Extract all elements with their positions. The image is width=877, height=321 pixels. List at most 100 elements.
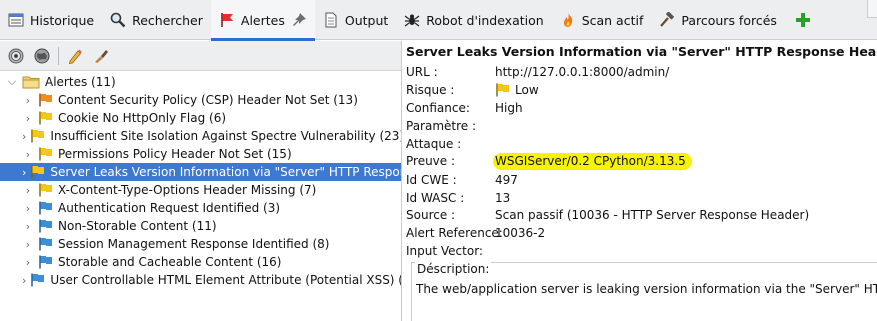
- alert-node-non-storable[interactable]: › Non-Storable Content (11): [0, 217, 401, 235]
- tab-output[interactable]: Output: [315, 0, 396, 40]
- detail-row-alert-reference: Alert Reference: 10036-2: [406, 224, 545, 242]
- chevron-right-icon[interactable]: ›: [22, 220, 34, 233]
- alert-node-label: User Controllable HTML Element Attribute…: [50, 273, 402, 287]
- alert-node-label: Content Security Policy (CSP) Header Not…: [58, 93, 358, 107]
- document-icon: [323, 12, 339, 28]
- spider-icon: [404, 12, 420, 28]
- chevron-right-icon[interactable]: ›: [22, 148, 34, 161]
- chevron-right-icon[interactable]: ›: [22, 256, 34, 269]
- alert-node-authentication-request[interactable]: › Authentication Request Identified (3): [0, 199, 401, 217]
- detail-row-confidence: Confiance: High: [406, 99, 523, 117]
- risk-label: Risque :: [406, 83, 455, 97]
- pin-icon[interactable]: [291, 12, 307, 28]
- alert-node-label: Insufficient Site Isolation Against Spec…: [50, 129, 402, 143]
- chevron-right-icon[interactable]: ›: [22, 94, 34, 107]
- alert-node-label: Cookie No HttpOnly Flag (6): [58, 111, 227, 125]
- detail-row-evidence: Preuve : WSGIServer/0.2 CPython/3.13.5: [406, 152, 692, 170]
- tab-scan-actif[interactable]: Scan actif: [552, 0, 652, 40]
- hammer-icon: [659, 12, 675, 28]
- evidence-value: WSGIServer/0.2 CPython/3.13.5: [493, 152, 692, 170]
- alert-node-label: Authentication Request Identified (3): [58, 201, 281, 215]
- risk-value: Low: [495, 83, 539, 97]
- alert-detail-panel: Server Leaks Version Information via "Se…: [403, 41, 877, 321]
- description-label: Déscription:: [415, 262, 492, 276]
- yellow-flag-icon: [30, 129, 46, 143]
- confidence-label: Confiance:: [406, 101, 470, 115]
- alert-node-label: Non-Storable Content (11): [58, 219, 217, 233]
- alerts-tree-panel: ⌵ Alertes (11) › Content Security Policy…: [0, 41, 402, 321]
- alert-node-label: Session Management Response Identified (…: [58, 237, 330, 251]
- wasc-value: 13: [495, 191, 511, 205]
- tab-label: Robot d'indexation: [426, 12, 544, 28]
- alert-node-spectre[interactable]: › Insufficient Site Isolation Against Sp…: [0, 127, 401, 145]
- tab-historique[interactable]: Historique: [0, 0, 102, 40]
- panel-corner-button[interactable]: [867, 0, 877, 18]
- alert-node-server-leaks-selected[interactable]: › Server Leaks Version Information via "…: [0, 163, 401, 181]
- detail-row-param: Paramètre :: [406, 117, 495, 135]
- alerts-root-node[interactable]: ⌵ Alertes (11): [0, 73, 401, 91]
- tab-label: Parcours forcés: [681, 12, 777, 28]
- chevron-right-icon[interactable]: ›: [22, 112, 34, 125]
- chevron-right-icon[interactable]: ›: [22, 130, 26, 143]
- chevron-down-icon[interactable]: ⌵: [6, 75, 18, 89]
- detail-row-cwe: Id CWE : 497: [406, 171, 518, 189]
- blue-flag-icon: [38, 219, 54, 233]
- alert-node-label: Permissions Policy Header Not Set (15): [58, 147, 292, 161]
- alert-node-cookie-httponly[interactable]: › Cookie No HttpOnly Flag (6): [0, 109, 401, 127]
- target-icon: [8, 48, 24, 63]
- pencil-icon: [68, 49, 82, 64]
- chevron-right-icon[interactable]: ›: [22, 166, 26, 179]
- source-value: Scan passif (10036 - HTTP Server Respons…: [495, 208, 810, 222]
- alert-node-session-management[interactable]: › Session Management Response Identified…: [0, 235, 401, 253]
- tab-label: Scan actif: [581, 12, 644, 28]
- chevron-right-icon[interactable]: ›: [22, 238, 34, 251]
- risk-value-text: Low: [515, 83, 539, 97]
- cwe-value: 497: [495, 173, 518, 187]
- add-tab-button[interactable]: [785, 0, 821, 39]
- yellow-flag-icon: [495, 83, 511, 97]
- tab-robot-indexation[interactable]: Robot d'indexation: [396, 0, 551, 40]
- alert-node-label: Storable and Cacheable Content (16): [58, 255, 282, 269]
- alert-node-csp[interactable]: › Content Security Policy (CSP) Header N…: [0, 91, 401, 109]
- history-icon: [8, 12, 24, 28]
- tab-label: Historique: [30, 12, 95, 28]
- alert-node-user-controllable-html[interactable]: › User Controllable HTML Element Attribu…: [0, 271, 401, 289]
- brush-icon: [95, 49, 108, 63]
- context-filter-button[interactable]: [32, 46, 52, 66]
- tab-parcours-forces[interactable]: Parcours forcés: [651, 0, 785, 40]
- cwe-label: Id CWE :: [406, 173, 457, 187]
- tab-bar: Historique Rechercher Alertes Output Rob…: [0, 0, 877, 41]
- chevron-right-icon[interactable]: ›: [22, 202, 34, 215]
- tab-alertes[interactable]: Alertes: [210, 0, 315, 41]
- attack-label: Attaque :: [406, 137, 462, 151]
- tree-root-label: Alertes (11): [45, 75, 116, 89]
- tab-label: Rechercher: [132, 12, 203, 28]
- scope-filter-button[interactable]: [6, 46, 26, 66]
- blue-flag-icon: [30, 273, 46, 287]
- alert-node-permissions-policy[interactable]: › Permissions Policy Header Not Set (15): [0, 145, 401, 163]
- flag-icon: [219, 12, 235, 28]
- description-text[interactable]: The web/application server is leaking ve…: [416, 282, 877, 296]
- confidence-value: High: [495, 101, 523, 115]
- chevron-right-icon[interactable]: ›: [22, 274, 26, 287]
- yellow-flag-icon: [38, 183, 54, 197]
- detail-row-risk: Risque : Low: [406, 81, 539, 99]
- alert-node-x-content-type[interactable]: › X-Content-Type-Options Header Missing …: [0, 181, 401, 199]
- chevron-right-icon[interactable]: ›: [22, 184, 34, 197]
- alert-node-label: Server Leaks Version Information via "Se…: [50, 165, 401, 179]
- alert-node-label: X-Content-Type-Options Header Missing (7…: [58, 183, 317, 197]
- magnifier-icon: [110, 12, 126, 28]
- input-vector-label: Input Vector:: [406, 244, 483, 258]
- edit-alert-button[interactable]: [65, 46, 85, 66]
- param-label: Paramètre :: [406, 119, 477, 133]
- delete-alert-button[interactable]: [91, 46, 111, 66]
- blue-flag-icon: [38, 237, 54, 251]
- wasc-label: Id WASC :: [406, 191, 465, 205]
- tab-rechercher[interactable]: Rechercher: [102, 0, 211, 40]
- alerts-tree: ⌵ Alertes (11) › Content Security Policy…: [0, 71, 401, 289]
- url-label: URL :: [406, 65, 438, 79]
- detail-row-url: URL : http://127.0.0.1:8000/admin/: [406, 63, 669, 81]
- alert-node-storable-cacheable[interactable]: › Storable and Cacheable Content (16): [0, 253, 401, 271]
- evidence-label: Preuve :: [406, 154, 456, 168]
- yellow-flag-icon: [38, 111, 54, 125]
